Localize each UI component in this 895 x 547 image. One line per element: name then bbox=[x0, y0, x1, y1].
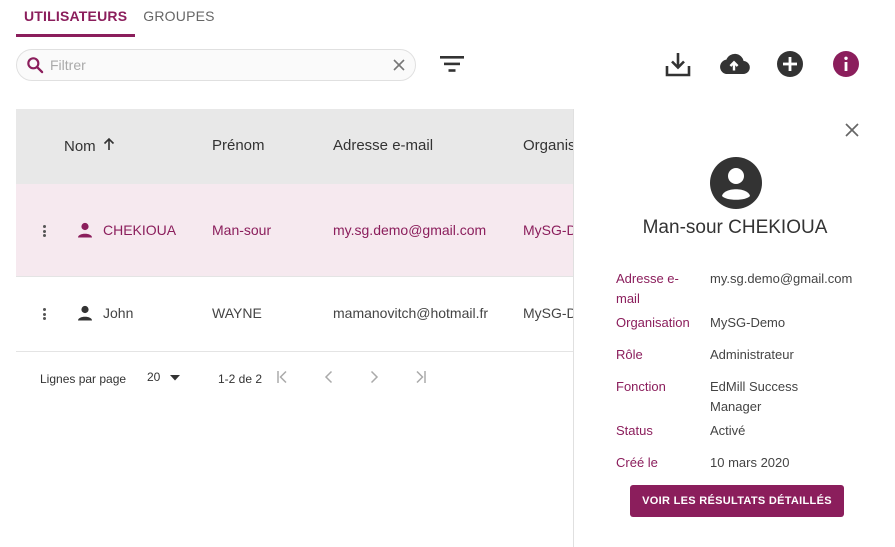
first-page-icon bbox=[276, 370, 292, 389]
person-icon bbox=[77, 222, 93, 238]
cell-email: mamanovitch@hotmail.fr bbox=[333, 305, 489, 321]
download-button[interactable] bbox=[662, 50, 694, 82]
search-icon bbox=[24, 54, 46, 76]
detail-label: Fonction bbox=[616, 379, 666, 394]
view-detailed-results-button[interactable]: VOIR LES RÉSULTATS DÉTAILLÉS bbox=[630, 485, 844, 517]
pagination: Lignes par page 20 1-2 de 2 bbox=[16, 352, 573, 404]
page-range: 1-2 de 2 bbox=[218, 372, 263, 386]
detail-value: EdMill Success Manager bbox=[710, 379, 799, 414]
table-row[interactable]: CHEKIOUA Man-sour my.sg.demo@gmail.com M… bbox=[16, 184, 573, 277]
chevron-left-icon bbox=[324, 370, 334, 389]
user-detail-panel: Man-sour CHEKIOUA Adresse e-mail my.sg.d… bbox=[573, 109, 895, 547]
account-circle-icon bbox=[710, 157, 762, 209]
cell-organisation: MySG-Demo bbox=[523, 222, 573, 238]
detail-value: my.sg.demo@gmail.com bbox=[710, 271, 853, 286]
tab-groupes[interactable]: GROUPES bbox=[135, 0, 222, 37]
caret-down-icon bbox=[170, 370, 181, 384]
table-header: Nom Prénom Adresse e-mail Organisation bbox=[16, 109, 573, 184]
cloud-upload-icon bbox=[717, 51, 751, 82]
column-label: Nom bbox=[64, 137, 96, 155]
person-icon bbox=[77, 305, 93, 321]
first-page-button[interactable] bbox=[273, 368, 295, 390]
detail-label: Rôle bbox=[616, 347, 643, 362]
close-icon[interactable] bbox=[391, 57, 407, 73]
detail-value: 10 mars 2020 bbox=[710, 455, 790, 470]
more-vert-icon[interactable] bbox=[40, 306, 48, 322]
previous-page-button[interactable] bbox=[318, 368, 340, 390]
cell-prenom: Man-sour bbox=[212, 222, 272, 238]
search-input[interactable] bbox=[50, 57, 390, 73]
detail-label: Adresse e-mail bbox=[616, 271, 679, 306]
users-table: Nom Prénom Adresse e-mail Organisation C… bbox=[16, 109, 573, 352]
column-header-prenom[interactable]: Prénom bbox=[212, 137, 265, 154]
detail-label: Organisation bbox=[616, 315, 690, 330]
add-circle-icon bbox=[776, 50, 804, 83]
user-full-name: Man-sour CHEKIOUA bbox=[642, 217, 828, 238]
cell-organisation: MySG-Demo bbox=[523, 305, 573, 321]
column-header-email[interactable]: Adresse e-mail bbox=[333, 137, 433, 154]
detail-value: Administrateur bbox=[710, 347, 794, 362]
more-vert-icon[interactable] bbox=[40, 223, 48, 239]
next-page-button[interactable] bbox=[363, 368, 385, 390]
upload-button[interactable] bbox=[717, 50, 751, 82]
rows-per-page-label: Lignes par page bbox=[40, 372, 127, 386]
cell-email: my.sg.demo@gmail.com bbox=[333, 222, 487, 238]
add-button[interactable] bbox=[774, 50, 806, 82]
chevron-right-icon bbox=[369, 370, 379, 389]
detail-label: Créé le bbox=[616, 455, 658, 470]
filter-button[interactable] bbox=[437, 53, 467, 79]
tab-bar: UTILISATEURS GROUPES bbox=[16, 0, 223, 37]
cell-nom: John bbox=[103, 305, 134, 321]
close-panel-button[interactable] bbox=[843, 122, 861, 142]
rows-per-page-value: 20 bbox=[147, 370, 161, 384]
rows-per-page-select[interactable]: 20 bbox=[147, 370, 181, 384]
cell-nom: CHEKIOUA bbox=[103, 222, 177, 238]
arrow-up-icon bbox=[102, 137, 116, 155]
cell-prenom: WAYNE bbox=[212, 305, 262, 321]
download-icon bbox=[664, 50, 692, 83]
info-icon bbox=[832, 50, 860, 83]
detail-value: MySG-Demo bbox=[710, 315, 786, 330]
search-field bbox=[16, 49, 416, 81]
tab-utilisateurs[interactable]: UTILISATEURS bbox=[16, 0, 136, 37]
column-header-nom[interactable]: Nom bbox=[64, 137, 116, 155]
last-page-icon bbox=[411, 370, 427, 389]
info-button[interactable] bbox=[830, 50, 862, 82]
table-row[interactable]: John WAYNE mamanovitch@hotmail.fr MySG-D… bbox=[16, 277, 573, 352]
detail-label: Status bbox=[616, 423, 653, 438]
close-icon bbox=[845, 122, 859, 142]
detail-value: Activé bbox=[710, 423, 746, 438]
filter-list-icon bbox=[439, 54, 465, 79]
column-header-organisation[interactable]: Organisation bbox=[523, 137, 573, 154]
last-page-button[interactable] bbox=[408, 368, 430, 390]
